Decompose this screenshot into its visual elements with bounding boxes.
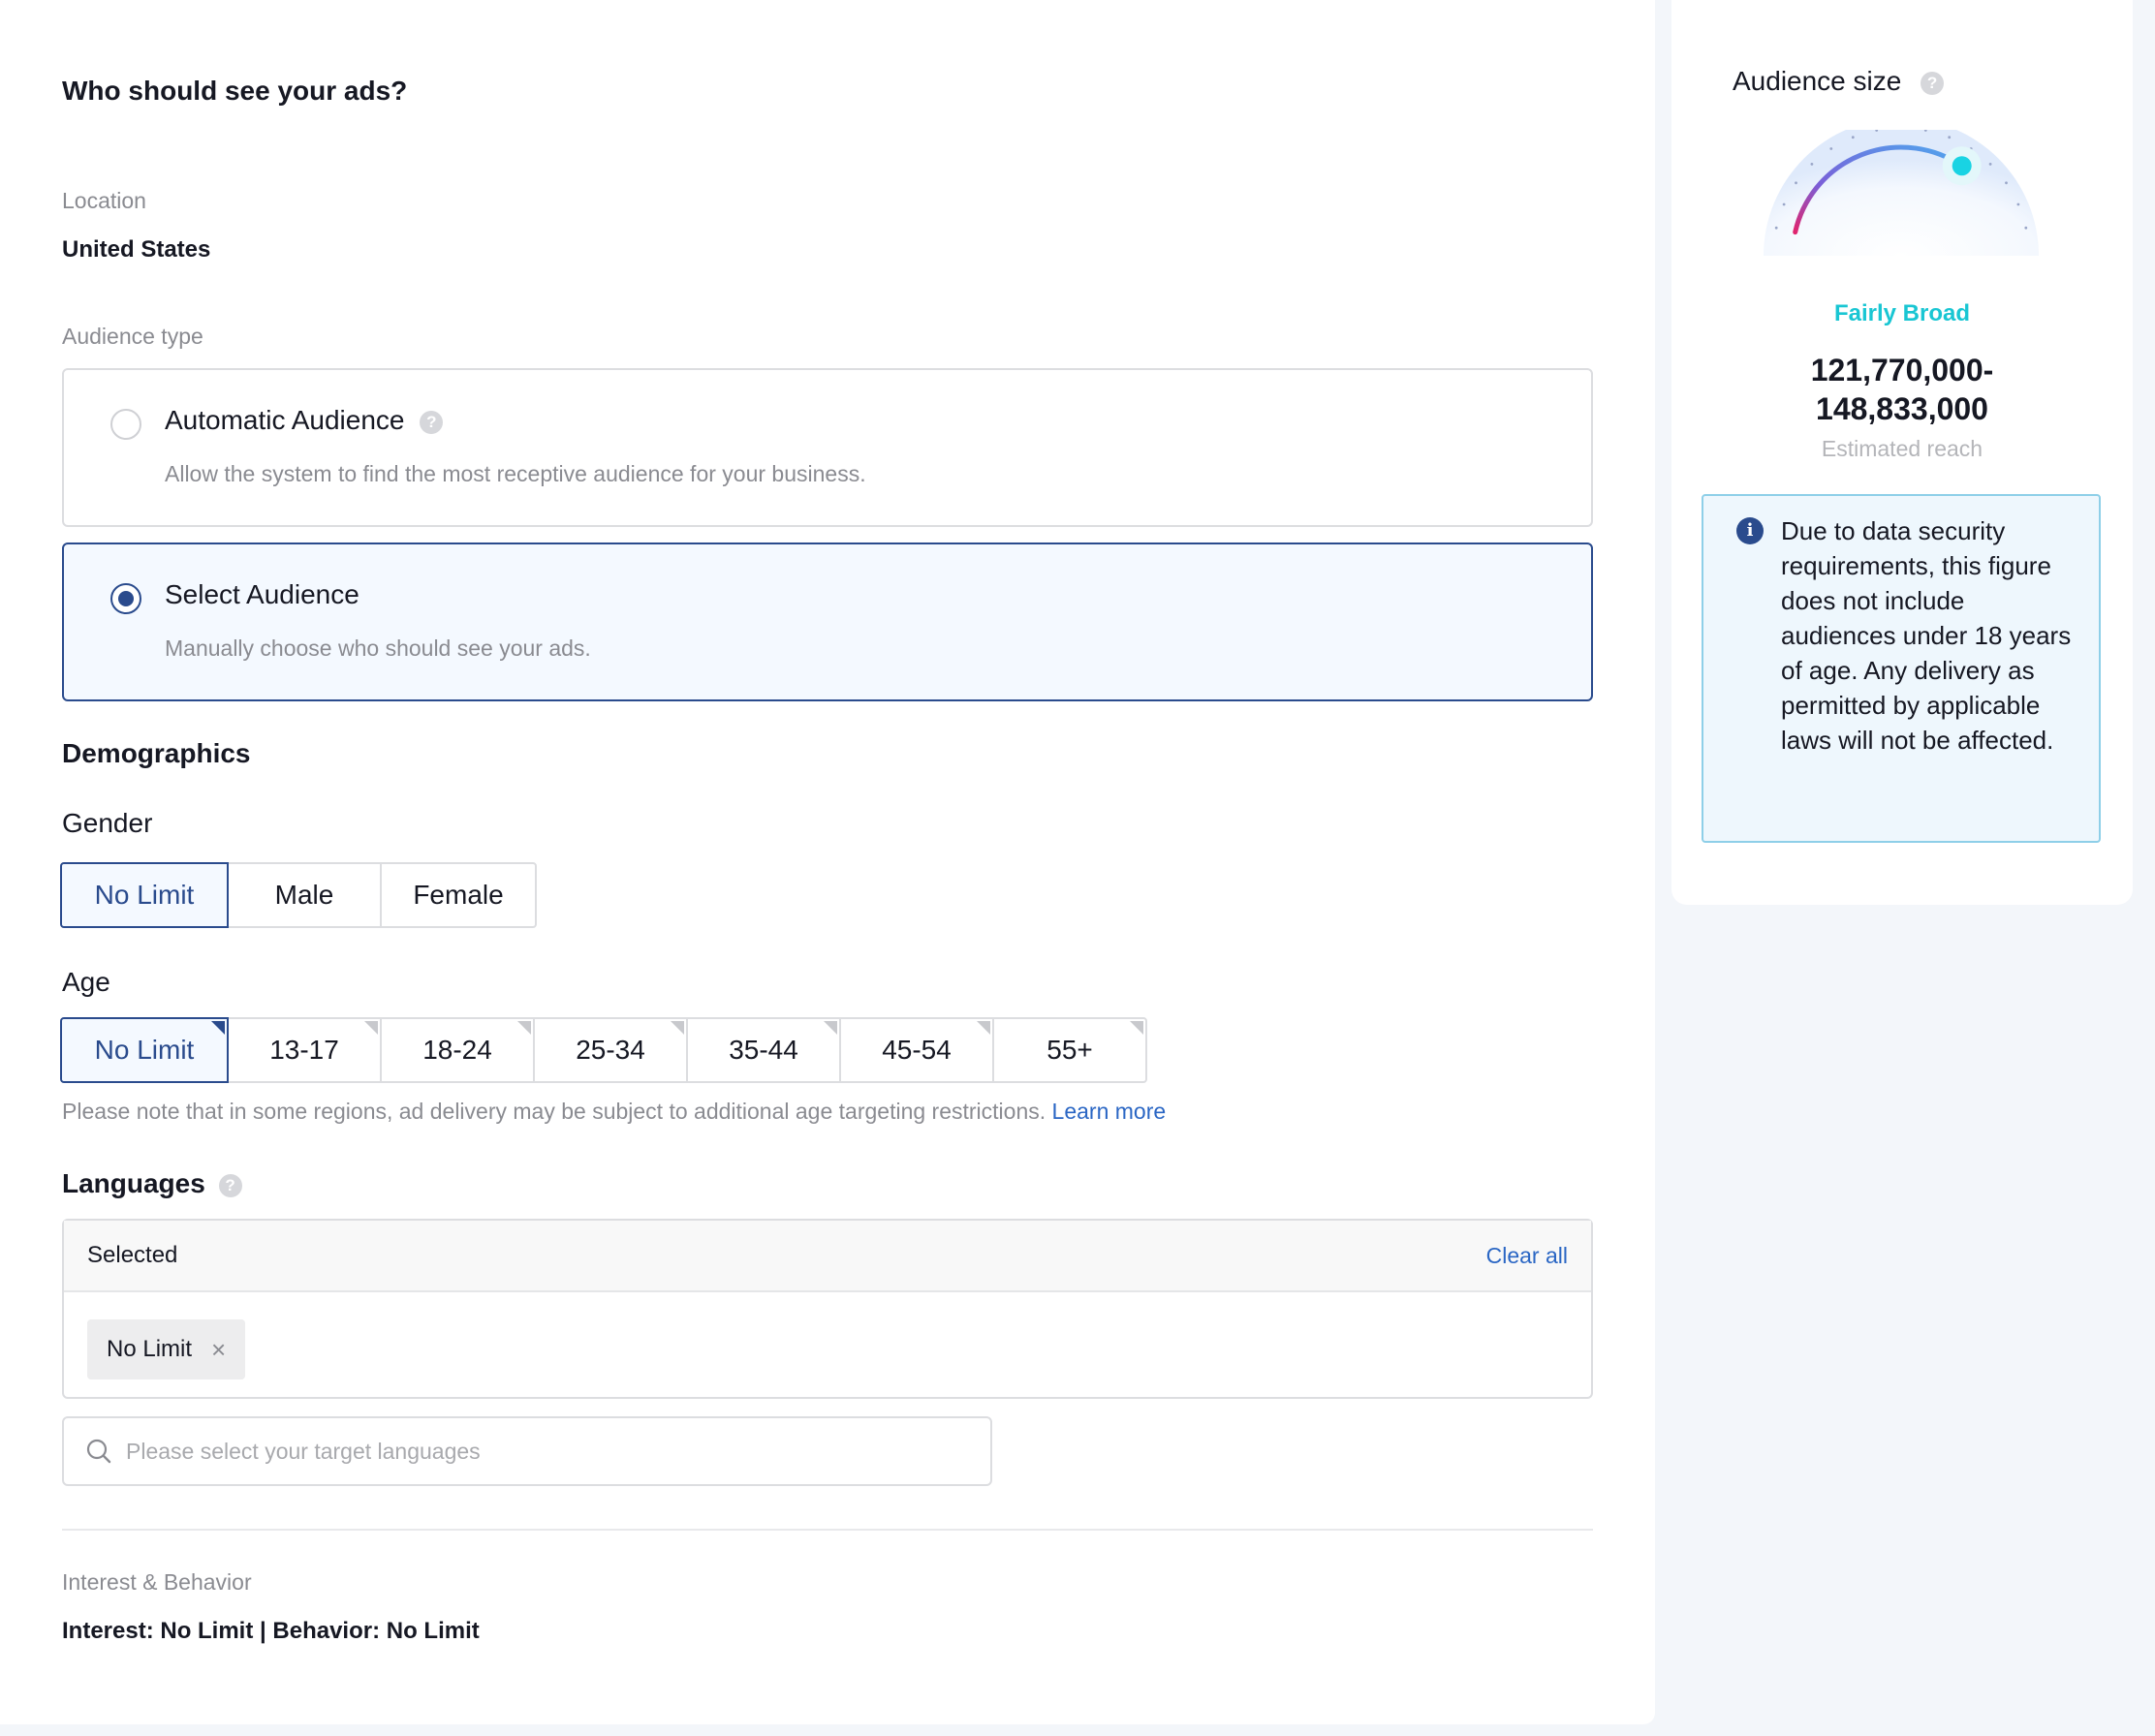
- help-icon[interactable]: ?: [218, 1173, 242, 1197]
- age-option-45-54[interactable]: 45-54: [839, 1017, 994, 1083]
- languages-label-wrap: Languages ?: [62, 1168, 242, 1199]
- age-option-label: 55+: [1046, 1035, 1093, 1065]
- info-icon: i: [1736, 517, 1764, 544]
- age-restriction-note-text: Please note that in some regions, ad del…: [62, 1099, 1046, 1124]
- gender-selector: No Limit Male Female: [60, 862, 537, 928]
- data-security-notice-text: Due to data security requirements, this …: [1781, 516, 2072, 755]
- age-label: Age: [62, 967, 110, 997]
- language-search-input[interactable]: [126, 1438, 959, 1465]
- section-divider: [62, 1529, 1593, 1531]
- corner-marker: [977, 1021, 990, 1035]
- gauge-tick: [1810, 163, 1814, 166]
- select-audience-radio[interactable]: [110, 583, 141, 614]
- corner-marker: [211, 1021, 225, 1035]
- audience-size-title: Audience size: [1733, 66, 1902, 96]
- automatic-audience-radio[interactable]: [110, 409, 141, 440]
- age-selector: No Limit 13-17 18-24 25-34 35-44 45-54 5…: [60, 1017, 1147, 1083]
- gauge-tick: [1851, 136, 1855, 140]
- location-value: United States: [62, 236, 211, 263]
- languages-selected-header: Selected Clear all: [64, 1221, 1591, 1292]
- gauge-tick: [1829, 147, 1833, 150]
- automatic-audience-title: Automatic Audience: [165, 405, 405, 435]
- reach-label: Estimated reach: [1821, 436, 1983, 461]
- clear-all-button[interactable]: Clear all: [1486, 1243, 1568, 1269]
- gender-option-female[interactable]: Female: [380, 862, 537, 928]
- gauge-tick: [1988, 163, 1992, 166]
- gauge-tick: [2016, 202, 2020, 206]
- age-option-label: 18-24: [422, 1035, 492, 1065]
- languages-selected-box: Selected Clear all No Limit ×: [62, 1219, 1593, 1399]
- gauge-tick: [1774, 226, 1778, 230]
- language-tag: No Limit ×: [87, 1319, 246, 1380]
- gauge-indicator: [1952, 156, 1972, 176]
- gauge-tick: [1795, 181, 1797, 185]
- age-option-35-44[interactable]: 35-44: [686, 1017, 841, 1083]
- gauge-tick: [1782, 202, 1786, 206]
- gender-option-no-limit[interactable]: No Limit: [60, 862, 229, 928]
- age-option-18-24[interactable]: 18-24: [380, 1017, 535, 1083]
- automatic-audience-option[interactable]: Automatic Audience ? Allow the system to…: [62, 368, 1593, 527]
- language-search-box[interactable]: [62, 1416, 992, 1486]
- help-icon[interactable]: ?: [1921, 71, 1945, 95]
- corner-marker: [671, 1021, 684, 1035]
- select-audience-option[interactable]: Select Audience Manually choose who shou…: [62, 542, 1593, 701]
- corner-marker: [517, 1021, 531, 1035]
- age-restriction-note: Please note that in some regions, ad del…: [62, 1099, 1166, 1125]
- location-label: Location: [62, 188, 146, 213]
- automatic-audience-title-wrap: Automatic Audience ?: [165, 405, 444, 436]
- gauge-tick: [2005, 181, 2008, 185]
- age-option-label: 13-17: [269, 1035, 339, 1065]
- reach-range-max: 148,833,000: [1816, 391, 1988, 426]
- gender-label: Gender: [62, 808, 153, 838]
- gauge-tick: [1948, 136, 1952, 140]
- close-icon[interactable]: ×: [211, 1337, 226, 1362]
- audience-gauge: [1764, 130, 2039, 256]
- automatic-audience-description: Allow the system to find the most recept…: [165, 461, 866, 486]
- select-audience-title: Select Audience: [165, 579, 359, 609]
- age-option-label: 45-54: [882, 1035, 952, 1065]
- language-tag-label: No Limit: [107, 1336, 193, 1362]
- audience-size-title-wrap: Audience size ?: [1733, 66, 1945, 97]
- age-option-no-limit[interactable]: No Limit: [60, 1017, 229, 1083]
- gauge-tick: [2024, 226, 2028, 230]
- reach-range: 121,770,000- 148,833,000: [1671, 351, 2133, 428]
- interest-behavior-value: Interest: No Limit | Behavior: No Limit: [62, 1618, 480, 1644]
- search-icon: [86, 1439, 111, 1464]
- age-option-13-17[interactable]: 13-17: [227, 1017, 382, 1083]
- reach-level: Fairly Broad: [1833, 300, 1971, 326]
- reach-range-min: 121,770,000-: [1810, 353, 1994, 388]
- data-security-notice: i Due to data security requirements, thi…: [1702, 494, 2101, 843]
- selected-label: Selected: [87, 1242, 178, 1268]
- demographics-title: Demographics: [62, 738, 251, 768]
- gender-option-male[interactable]: Male: [227, 862, 382, 928]
- corner-marker: [364, 1021, 378, 1035]
- age-option-label: 35-44: [729, 1035, 798, 1065]
- learn-more-link[interactable]: Learn more: [1052, 1099, 1167, 1124]
- age-option-25-34[interactable]: 25-34: [533, 1017, 688, 1083]
- select-audience-description: Manually choose who should see your ads.: [165, 636, 591, 661]
- page-title: Who should see your ads?: [62, 76, 408, 106]
- help-icon[interactable]: ?: [420, 410, 444, 434]
- audience-type-label: Audience type: [62, 324, 203, 349]
- corner-marker: [824, 1021, 837, 1035]
- age-option-label: No Limit: [94, 1035, 195, 1065]
- interest-behavior-label: Interest & Behavior: [62, 1569, 252, 1595]
- age-option-label: 25-34: [576, 1035, 645, 1065]
- languages-label: Languages: [62, 1168, 205, 1198]
- age-option-55-plus[interactable]: 55+: [992, 1017, 1147, 1083]
- corner-marker: [1130, 1021, 1143, 1035]
